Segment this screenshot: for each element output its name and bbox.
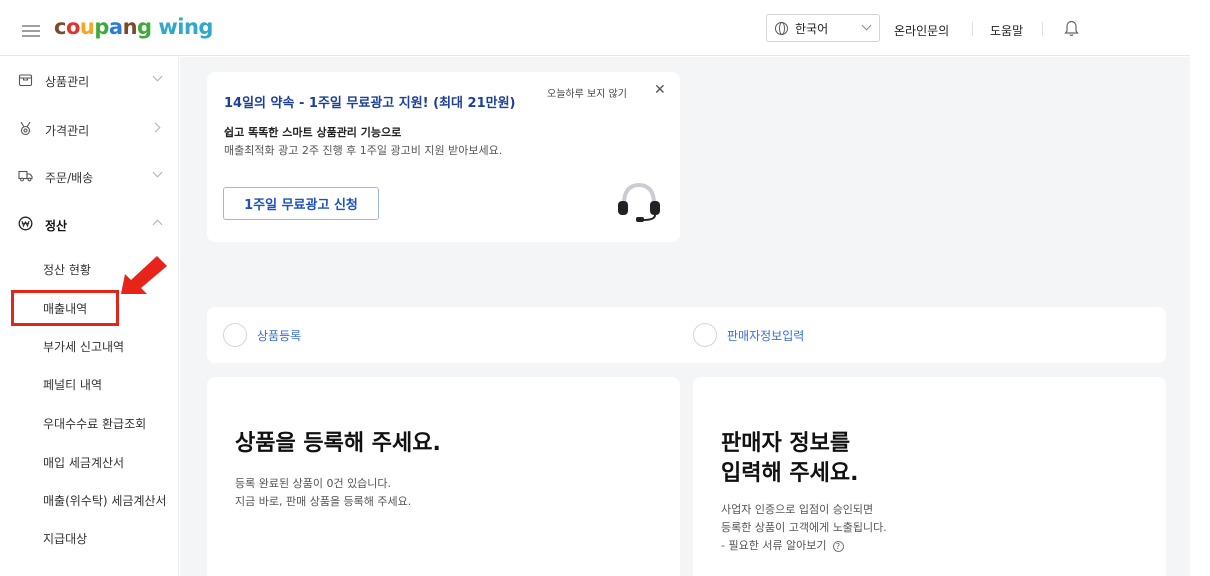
seller-info-card: 판매자 정보를 입력해 주세요. 사업자 인증으로 입점이 승인되면 등록한 상… — [693, 377, 1166, 576]
chevron-down-icon — [861, 20, 872, 31]
truck-icon — [18, 170, 33, 182]
sidebar-sub-payment-target[interactable]: 지급대상 — [43, 530, 87, 547]
chevron-down-icon — [152, 167, 163, 178]
language-value: 한국어 — [795, 21, 829, 36]
sidebar-menu-order[interactable]: 주문/배송 — [0, 161, 179, 191]
online-inquiry-link[interactable]: 온라인문의 — [894, 22, 949, 39]
headset-icon — [618, 182, 660, 222]
sidebar-menu-product[interactable]: 상품관리 — [0, 65, 179, 95]
free-ad-apply-button[interactable]: 1주일 무료광고 신청 — [223, 187, 379, 220]
sidebar-sub-fee-refund[interactable]: 우대수수료 환급조회 — [43, 415, 146, 432]
notification-bell-icon[interactable] — [1064, 20, 1079, 37]
chevron-down-icon — [152, 71, 163, 82]
chevron-up-icon — [152, 219, 163, 230]
step-seller-info[interactable]: 판매자정보입력 — [693, 323, 804, 347]
highlight-box-sales-history — [11, 290, 119, 326]
language-select[interactable]: 한국어 — [766, 14, 880, 42]
promo-title: 14일의 약속 - 1주일 무료광고 지원! (최대 21만원) — [224, 96, 516, 111]
step-product-registration[interactable]: 상품등록 — [223, 323, 301, 347]
required-documents-link[interactable]: - 필요한 서류 알아보기? — [721, 537, 844, 555]
chevron-right-icon — [150, 122, 161, 133]
right-gutter — [1190, 0, 1210, 576]
medal-icon — [20, 121, 31, 136]
header-divider — [972, 22, 973, 36]
help-circle-icon[interactable]: ? — [832, 540, 844, 552]
top-header: coupang wing 한국어 온라인문의 도움말 — [0, 0, 1190, 56]
sidebar-menu-settlement[interactable]: 정산 — [0, 209, 179, 239]
coupang-wing-logo[interactable]: coupang wing — [54, 15, 213, 39]
step-circle-icon — [693, 323, 717, 347]
sidebar-sub-penalty[interactable]: 페널티 내역 — [43, 376, 102, 393]
promo-banner-card: 14일의 약속 - 1주일 무료광고 지원! (최대 21만원) 오늘하루 보지… — [207, 72, 680, 242]
product-card-line1: 등록 완료된 상품이 0건 있습니다. — [235, 477, 392, 490]
seller-card-line2: 등록한 상품이 고객에게 노출됩니다. — [721, 521, 887, 534]
product-card-line2: 지금 바로, 판매 상품을 등록해 주세요. — [235, 495, 412, 508]
sidebar-menu-price[interactable]: 가격관리 — [0, 114, 179, 144]
step-circle-icon — [223, 323, 247, 347]
globe-icon — [775, 21, 788, 35]
product-card-title: 상품을 등록해 주세요. — [235, 431, 441, 456]
help-link[interactable]: 도움말 — [990, 22, 1023, 39]
close-icon[interactable]: ✕ — [654, 82, 666, 98]
promo-subtitle: 쉽고 똑똑한 스마트 상품관리 기능으로 — [224, 126, 402, 139]
sidebar-sub-purchase-invoice[interactable]: 매입 세금계산서 — [43, 454, 124, 471]
seller-card-line1: 사업자 인증으로 입점이 승인되면 — [721, 503, 874, 516]
dismiss-today-link[interactable]: 오늘하루 보지 않기 — [547, 85, 627, 100]
sidebar-sub-settlement-status[interactable]: 정산 현황 — [43, 261, 91, 278]
sidebar-sub-sales-invoice[interactable]: 매출(위수탁) 세금계산서 — [43, 492, 167, 509]
sidebar-sub-vat-report[interactable]: 부가세 신고내역 — [43, 338, 124, 355]
header-divider — [1042, 22, 1043, 36]
promo-description: 매출최적화 광고 2주 진행 후 1주일 광고비 지원 받아보세요. — [224, 144, 503, 157]
seller-card-title-line2: 입력해 주세요. — [721, 461, 859, 486]
red-arrow-annotation-icon — [121, 256, 167, 294]
onboarding-steps-card: 상품등록 판매자정보입력 — [207, 307, 1166, 363]
won-icon — [18, 216, 33, 231]
product-registration-card: 상품을 등록해 주세요. 등록 완료된 상품이 0건 있습니다. 지금 바로, … — [207, 377, 680, 576]
hamburger-menu-icon[interactable] — [22, 25, 40, 37]
box-icon — [18, 74, 33, 87]
seller-card-title-line1: 판매자 정보를 — [721, 431, 851, 456]
